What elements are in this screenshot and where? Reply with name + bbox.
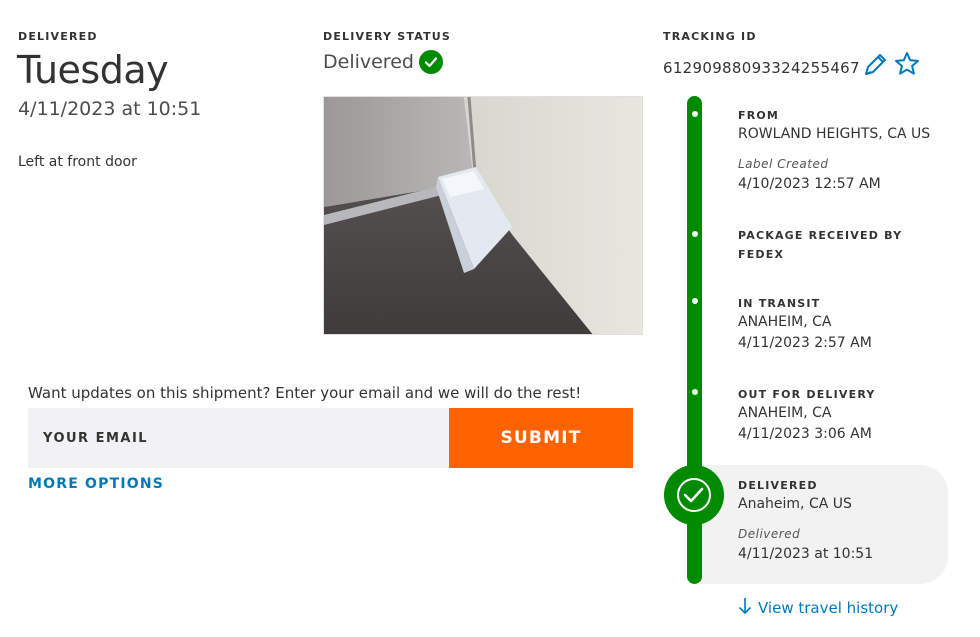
step-from-title: FROM <box>738 109 780 122</box>
step-delivered-location: Anaheim, CA US <box>738 496 852 512</box>
timeline-dot-received <box>692 231 698 237</box>
arrow-down-icon <box>738 597 752 619</box>
step-delivered-date: 4/11/2023 at 10:51 <box>738 546 874 562</box>
delivery-datetime: 4/11/2023 at 10:51 <box>18 98 202 120</box>
step-in-transit-title: IN TRANSIT <box>738 297 821 310</box>
timeline-dot-from <box>692 111 698 117</box>
delivered-eyebrow: DELIVERED <box>18 30 98 43</box>
email-updates-prompt: Want updates on this shipment? Enter you… <box>28 384 582 402</box>
delivery-status: Delivered <box>323 50 443 74</box>
delivery-status-eyebrow: DELIVERY STATUS <box>323 30 452 43</box>
timeline-dot-out-for-delivery <box>692 389 698 395</box>
view-travel-history-link[interactable]: View travel history <box>738 597 898 619</box>
step-from-date: 4/10/2023 12:57 AM <box>738 176 881 192</box>
pencil-icon[interactable] <box>861 51 889 83</box>
step-in-transit-date: 4/11/2023 2:57 AM <box>738 335 872 351</box>
delivery-photo-image <box>324 97 642 334</box>
delivery-note: Left at front door <box>18 154 137 170</box>
step-delivered-title: DELIVERED <box>738 479 818 492</box>
delivered-check-icon <box>664 465 724 525</box>
step-out-for-delivery-location: ANAHEIM, CA <box>738 405 832 421</box>
step-out-for-delivery-title: OUT FOR DELIVERY <box>738 388 876 401</box>
email-input[interactable] <box>28 408 449 468</box>
tracking-id: 61290988093324255467 <box>663 59 860 77</box>
step-out-for-delivery-date: 4/11/2023 3:06 AM <box>738 426 872 442</box>
step-from-location: ROWLAND HEIGHTS, CA US <box>738 126 931 142</box>
more-options-link[interactable]: MORE OPTIONS <box>28 476 164 492</box>
tracking-id-eyebrow: TRACKING ID <box>663 30 757 43</box>
delivery-day: Tuesday <box>17 48 169 92</box>
submit-button[interactable]: SUBMIT <box>449 408 633 468</box>
step-in-transit-location: ANAHEIM, CA <box>738 314 832 330</box>
timeline-dot-in-transit <box>692 298 698 304</box>
step-received-title: PACKAGE RECEIVED BY FEDEX <box>738 229 903 261</box>
delivery-proof-photo[interactable] <box>323 96 643 335</box>
step-delivered-label: Delivered <box>738 527 801 541</box>
view-travel-history-label: View travel history <box>758 599 899 617</box>
check-circle-icon <box>418 50 443 74</box>
star-icon[interactable] <box>893 50 921 82</box>
delivery-status-text: Delivered <box>323 51 414 73</box>
step-from-label: Label Created <box>738 157 829 171</box>
